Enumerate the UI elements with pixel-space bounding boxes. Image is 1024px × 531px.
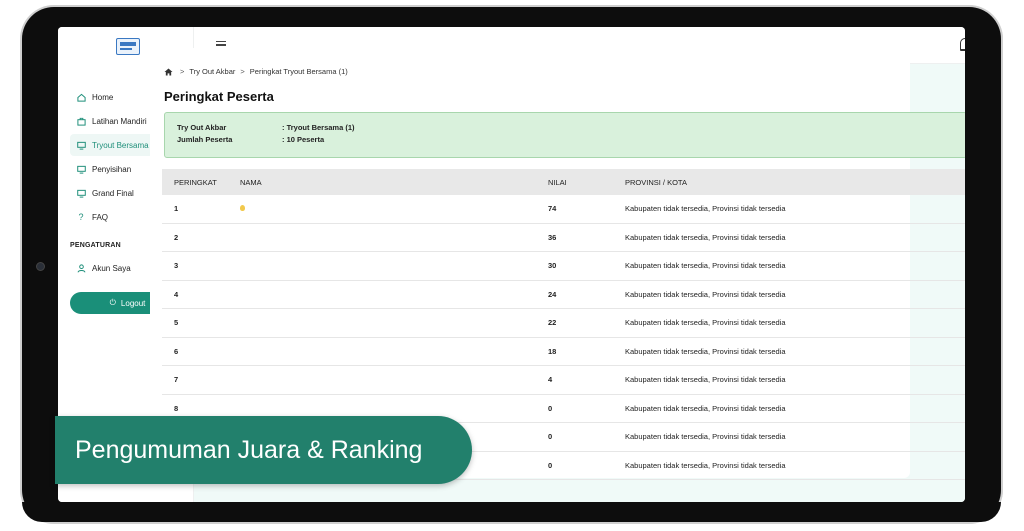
score-cell: 74 [548, 204, 557, 214]
camera-dot [36, 262, 45, 271]
score-cell: 22 [548, 318, 557, 328]
score-cell: 24 [548, 289, 557, 299]
question-icon: ? [78, 212, 84, 222]
monitor-icon [76, 140, 86, 150]
home-icon [76, 92, 86, 102]
location-cell: Kabupaten tidak tersedia, Provinsi tidak… [625, 204, 786, 214]
score-cell: 4 [548, 375, 553, 385]
location-cell: Kabupaten tidak tersedia, Provinsi tidak… [625, 289, 786, 299]
score-cell: 30 [548, 261, 557, 271]
score-cell: 18 [548, 346, 557, 356]
column-header: NILAI [548, 177, 567, 187]
home-icon[interactable] [164, 67, 173, 76]
breadcrumb-item-current: Peringkat Tryout Bersama (1) [249, 67, 348, 76]
sidebar-item-label: Penyisihan [92, 164, 132, 174]
location-cell: Kabupaten tidak tersedia, Provinsi tidak… [625, 346, 786, 356]
settings-section-label: PENGATURAN [70, 242, 121, 249]
sidebar-item-label: FAQ [92, 212, 109, 222]
rank-cell: 3 [174, 261, 179, 271]
name-cell [240, 204, 548, 213]
rank-cell: 1 [174, 204, 179, 214]
location-cell: Kabupaten tidak tersedia, Provinsi tidak… [625, 432, 786, 442]
table-row: 7 4 Kabupaten tidak tersedia, Provinsi tid… [162, 366, 965, 395]
power-icon: ⏻ [109, 298, 116, 307]
logout-label: Logout [120, 298, 146, 308]
sidebar-item-label: Akun Saya [92, 263, 131, 273]
table-row: 2 36 Kabupaten tidak tersedia, Provinsi ti… [162, 224, 965, 252]
monitor-icon [76, 188, 86, 198]
info-box: Try Out Akbar : Tryout Bersama (1) Jumlah… [164, 112, 967, 158]
page-title: Peringkat Peserta [164, 89, 274, 104]
table-header: PERINGKAT NAMA NILAI PROVINSI / KOTA [162, 169, 965, 195]
info-row: Jumlah Peserta : 10 Peserta [177, 135, 324, 144]
column-header: PERINGKAT [174, 177, 217, 187]
location-cell: Kabupaten tidak tersedia, Provinsi tidak… [625, 261, 786, 271]
rank-cell: 6 [174, 346, 179, 356]
bag-icon [76, 116, 86, 126]
rank-cell: 4 [174, 289, 179, 299]
score-cell: 0 [548, 460, 553, 470]
sidebar-item-label: Tryout Bersama [92, 140, 149, 150]
rank-cell: 8 [174, 403, 179, 413]
score-cell: 36 [548, 232, 557, 242]
announcement-banner: Pengumuman Juara & Ranking [55, 416, 472, 484]
info-value: : 10 Peserta [282, 135, 325, 144]
table-row: 4 24 Kabupaten tidak tersedia, Provinsi ti… [162, 281, 965, 309]
location-cell: Kabupaten tidak tersedia, Provinsi tidak… [625, 460, 786, 470]
tablet-bezel-bottom [22, 502, 1001, 522]
breadcrumb: > Try Out Akbar > Peringkat Tryout Bersa… [164, 67, 348, 76]
table-row: 1 74 Kabupaten tidak tersedia, Provinsi ti… [162, 195, 965, 224]
table-row: 3 30 Kabupaten tidak tersedia, Provinsi ti… [162, 252, 965, 281]
breadcrumb-item[interactable]: Try Out Akbar [189, 67, 235, 76]
user-icon [76, 263, 86, 273]
sidebar-item-label: Home [92, 92, 114, 102]
info-key: Try Out Akbar [177, 123, 227, 132]
table-row: 6 18 Kabupaten tidak tersedia, Provinsi ti… [162, 338, 965, 366]
location-cell: Kabupaten tidak tersedia, Provinsi tidak… [625, 318, 786, 328]
tablet-bezel-right [965, 7, 1001, 522]
app-logo[interactable] [116, 38, 140, 55]
info-row: Try Out Akbar : Tryout Bersama (1) [177, 123, 355, 132]
table-row: 5 22 Kabupaten tidak tersedia, Provinsi ti… [162, 309, 965, 338]
monitor-icon [76, 164, 86, 174]
breadcrumb-separator: > [240, 67, 245, 76]
column-header: PROVINSI / KOTA [625, 177, 687, 187]
info-value: : Tryout Bersama (1) [282, 123, 355, 132]
location-cell: Kabupaten tidak tersedia, Provinsi tidak… [625, 232, 786, 242]
rank-cell: 2 [174, 232, 179, 242]
score-cell: 0 [548, 432, 553, 442]
sidebar-item-label: Grand Final [92, 188, 134, 198]
rank-cell: 7 [174, 375, 179, 385]
rank-cell: 5 [174, 318, 179, 328]
score-cell: 0 [548, 403, 553, 413]
sidebar-item-label: Latihan Mandiri [92, 116, 147, 126]
bulb-icon [240, 205, 245, 212]
location-cell: Kabupaten tidak tersedia, Provinsi tidak… [625, 375, 786, 385]
breadcrumb-separator: > [180, 67, 185, 76]
info-key: Jumlah Peserta [177, 135, 233, 144]
location-cell: Kabupaten tidak tersedia, Provinsi tidak… [625, 403, 786, 413]
column-header: NAMA [240, 177, 262, 187]
